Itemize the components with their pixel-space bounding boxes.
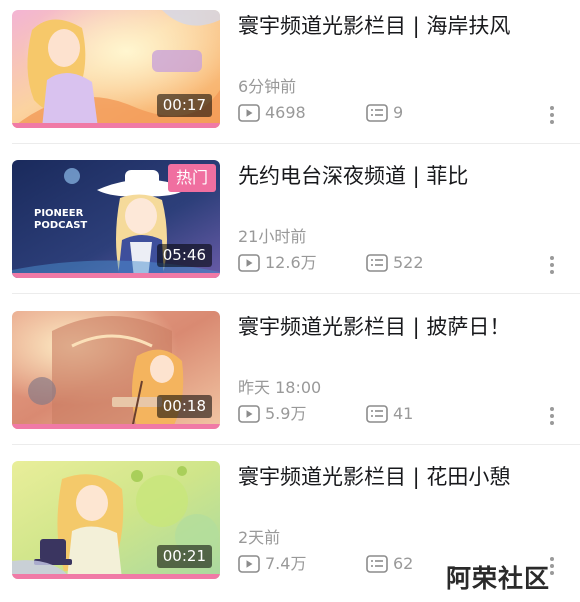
comment-count: 41	[366, 403, 413, 425]
view-count: 4698	[238, 102, 306, 124]
duration-badge: 00:18	[156, 395, 212, 418]
video-thumbnail[interactable]: 00:17	[12, 10, 220, 128]
video-stats: 5.9万 41	[238, 403, 413, 425]
video-title[interactable]: 先约电台深夜频道 | 菲比	[238, 161, 558, 191]
video-item[interactable]: 00:17 寰宇频道光影栏目 | 海岸扶风 6分钟前 4698 9	[0, 0, 580, 142]
watermark: 阿荣社区	[446, 564, 551, 593]
progress-bar	[12, 273, 220, 278]
duration-badge: 00:21	[156, 545, 212, 568]
view-count: 12.6万	[238, 252, 317, 274]
progress-bar	[12, 424, 220, 429]
thumbnail-text: PIONEER	[34, 208, 84, 219]
danmaku-icon	[366, 104, 388, 122]
danmaku-icon	[366, 555, 388, 573]
video-thumbnail[interactable]: 00:21	[12, 461, 220, 579]
hot-badge: 热门	[168, 164, 216, 192]
video-title[interactable]: 寰宇频道光影栏目 | 披萨日！	[238, 312, 558, 342]
danmaku-icon	[366, 254, 388, 272]
progress-bar	[12, 574, 220, 579]
danmaku-icon	[366, 405, 388, 423]
duration-badge: 00:17	[156, 94, 212, 117]
video-thumbnail[interactable]: PIONEER PODCAST 热门 05:46	[12, 160, 220, 278]
publish-time: 6分钟前	[238, 77, 297, 96]
video-title[interactable]: 寰宇频道光影栏目 | 花田小憩	[238, 462, 558, 492]
video-thumbnail[interactable]: 00:18	[12, 311, 220, 429]
publish-time: 21小时前	[238, 227, 307, 246]
view-count: 7.4万	[238, 553, 306, 575]
play-icon	[238, 555, 260, 573]
divider	[12, 143, 580, 144]
more-vertical-icon[interactable]	[546, 256, 558, 278]
more-vertical-icon[interactable]	[546, 407, 558, 429]
video-stats: 4698 9	[238, 102, 403, 124]
divider	[12, 444, 580, 445]
progress-bar	[12, 123, 220, 128]
duration-badge: 05:46	[156, 244, 212, 267]
comment-count: 9	[366, 102, 403, 124]
play-icon	[238, 104, 260, 122]
play-icon	[238, 254, 260, 272]
thumbnail-text: PODCAST	[34, 220, 87, 231]
publish-time: 昨天 18:00	[238, 378, 322, 397]
view-count: 5.9万	[238, 403, 306, 425]
play-icon	[238, 405, 260, 423]
comment-count: 62	[366, 553, 413, 575]
divider	[12, 293, 580, 294]
more-vertical-icon[interactable]	[546, 106, 558, 128]
video-stats: 12.6万 522	[238, 252, 424, 274]
video-item[interactable]: 00:18 寰宇频道光影栏目 | 披萨日！ 昨天 18:00 5.9万 41	[0, 301, 580, 443]
video-stats: 7.4万 62	[238, 553, 413, 575]
video-list-page: 00:17 寰宇频道光影栏目 | 海岸扶风 6分钟前 4698 9 PIONEE…	[0, 0, 580, 602]
video-title[interactable]: 寰宇频道光影栏目 | 海岸扶风	[238, 11, 558, 41]
comment-count: 522	[366, 252, 424, 274]
publish-time: 2天前	[238, 528, 281, 547]
video-item[interactable]: PIONEER PODCAST 热门 05:46 先约电台深夜频道 | 菲比 2…	[0, 150, 580, 292]
